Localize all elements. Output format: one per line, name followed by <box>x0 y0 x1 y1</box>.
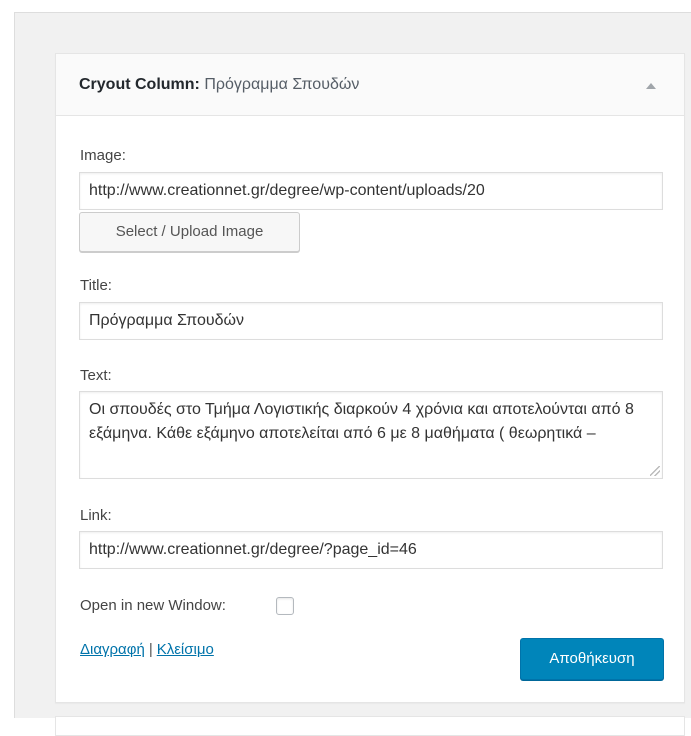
title-input[interactable] <box>79 302 663 340</box>
widgets-sidebar-area: Cryout Column: Πρόγραμμα Σπουδών Image: … <box>14 12 691 736</box>
next-widget[interactable] <box>55 716 685 736</box>
new-window-label: Open in new Window: <box>80 597 226 614</box>
select-upload-image-button[interactable]: Select / Upload Image <box>79 212 300 252</box>
image-url-input[interactable] <box>79 172 663 210</box>
delete-link[interactable]: Διαγραφή <box>80 641 145 658</box>
cryout-column-widget: Cryout Column: Πρόγραμμα Σπουδών Image: … <box>55 53 685 703</box>
image-label: Image: <box>80 147 126 164</box>
new-window-checkbox[interactable] <box>276 597 294 615</box>
close-link[interactable]: Κλείσιμο <box>157 641 214 658</box>
widget-subtitle: Πρόγραμμα Σπουδών <box>204 76 360 93</box>
arrow-up-icon[interactable] <box>646 83 656 89</box>
widget-name: Cryout Column <box>79 76 195 93</box>
widget-title: Cryout Column: Πρόγραμμα Σπουδών <box>79 75 359 95</box>
widget-title-separator: : <box>194 76 200 93</box>
title-label: Title: <box>80 277 112 294</box>
widget-header[interactable]: Cryout Column: Πρόγραμμα Σπουδών <box>56 54 684 116</box>
text-label: Text: <box>80 367 112 384</box>
text-textarea-content: Οι σπουδές στο Τμήμα Λογιστικής διαρκούν… <box>89 401 634 442</box>
save-button[interactable]: Αποθήκευση <box>520 638 664 680</box>
text-textarea[interactable]: Οι σπουδές στο Τμήμα Λογιστικής διαρκούν… <box>79 391 663 479</box>
resize-grip-icon[interactable] <box>650 466 660 476</box>
actions-separator: | <box>148 641 153 658</box>
link-label: Link: <box>80 507 112 524</box>
widget-control-actions: Διαγραφή | Κλείσιμο <box>80 641 214 659</box>
link-input[interactable] <box>79 531 663 569</box>
